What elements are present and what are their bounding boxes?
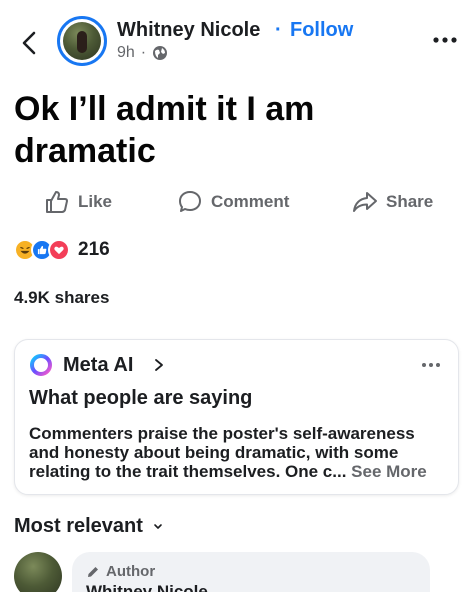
follow-button[interactable]: Follow	[290, 19, 353, 42]
meta-ai-summary-card[interactable]: Meta AI What people are saying Commenter…	[14, 339, 459, 495]
chevron-right-icon	[155, 359, 163, 371]
card-more-options-icon[interactable]	[419, 358, 443, 372]
share-button[interactable]: Share	[352, 186, 433, 218]
action-bar: Like Comment Share	[0, 186, 474, 218]
post-text: Ok I’ll admit it I am dramatic	[14, 90, 315, 170]
post-header: Whitney Nicole · Follow 9h ·	[0, 0, 474, 80]
comment-sort-dropdown[interactable]: Most relevant	[14, 515, 163, 538]
time-separator: ·	[140, 44, 147, 61]
comment-button[interactable]: Comment	[177, 186, 289, 218]
share-arrow-icon	[353, 192, 377, 212]
author-avatar[interactable]	[57, 16, 107, 66]
pencil-icon	[88, 566, 98, 577]
reaction-count: 216	[78, 239, 110, 260]
post-meta: 9h ·	[117, 44, 168, 62]
share-label: Share	[386, 192, 434, 211]
thumbs-up-icon	[46, 191, 68, 213]
comment-bubble-icon	[179, 191, 201, 212]
commenter-name[interactable]: Whitney Nicole	[86, 582, 208, 592]
back-arrow-icon[interactable]	[16, 28, 42, 58]
avatar-photo	[63, 22, 101, 60]
author-name[interactable]: Whitney Nicole	[117, 19, 260, 42]
summary-text: Commenters praise the poster's self-awar…	[29, 424, 449, 481]
commenter-avatar[interactable]	[14, 552, 62, 592]
author-badge: Author	[86, 563, 155, 580]
sort-label: Most relevant	[14, 515, 143, 537]
summary-heading: What people are saying	[29, 387, 253, 409]
comment-label: Comment	[211, 192, 290, 211]
more-options-icon[interactable]	[430, 30, 460, 50]
see-more-link[interactable]: See More	[351, 462, 427, 481]
name-separator: ·	[275, 19, 282, 41]
globe-icon	[153, 46, 168, 60]
love-reaction-icon	[48, 239, 70, 261]
meta-ai-logo-icon	[30, 354, 52, 376]
meta-ai-title: Meta AI	[63, 354, 134, 376]
like-label: Like	[78, 192, 113, 211]
reactions-summary[interactable]: 216	[14, 236, 110, 264]
like-button[interactable]: Like	[44, 186, 112, 218]
shares-count[interactable]: 4.9K shares	[14, 288, 109, 308]
chevron-down-icon	[154, 523, 162, 529]
post-time[interactable]: 9h	[117, 44, 135, 62]
author-badge-label: Author	[106, 563, 156, 580]
